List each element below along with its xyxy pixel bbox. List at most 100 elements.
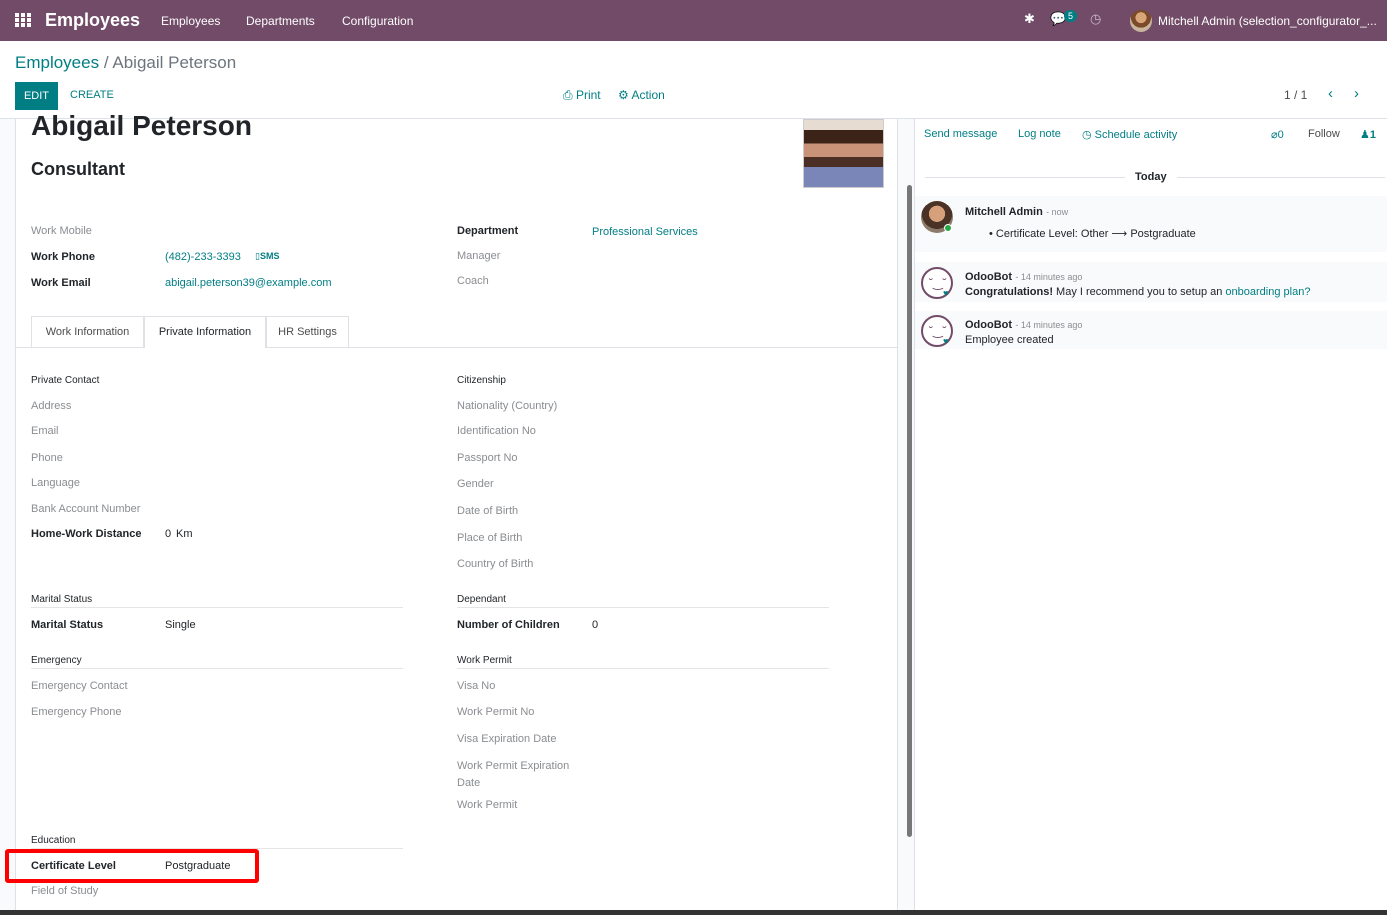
control-panel: Employees / Abigail Peterson EDIT CREATE… — [0, 41, 1387, 119]
followers-count: 1 — [1369, 129, 1376, 141]
menu-departments[interactable]: Departments — [246, 14, 315, 28]
apps-menu-icon[interactable] — [15, 13, 31, 27]
menu-employees[interactable]: Employees — [161, 14, 220, 28]
coach-label: Coach — [457, 275, 489, 287]
visa-expiration-label: Visa Expiration Date — [457, 733, 557, 745]
section-divider — [457, 607, 829, 608]
pager-value[interactable]: 1 / 1 — [1284, 88, 1307, 102]
create-button[interactable]: CREATE — [70, 89, 114, 101]
top-navbar: Employees Employees Departments Configur… — [0, 0, 1387, 41]
today-divider-left — [925, 177, 1125, 178]
manager-label: Manager — [457, 250, 501, 262]
paperclip-icon: ⌀ — [1271, 129, 1278, 141]
message-header: OdooBot - 14 minutes ago — [965, 269, 1082, 283]
app-title[interactable]: Employees — [45, 10, 140, 31]
breadcrumb-separator: / — [103, 53, 109, 72]
message-body: Congratulations! May I recommend you to … — [965, 286, 1310, 298]
tracking-value: • Certificate Level: Other ⟶ Postgraduat… — [989, 228, 1196, 240]
today-divider-right — [1177, 177, 1385, 178]
bottom-bar — [0, 910, 1387, 915]
work-phone-value[interactable]: (482)-233-3393 — [165, 251, 241, 263]
sms-label: SMS — [259, 251, 280, 261]
debug-bug-icon[interactable]: ✱ — [1024, 11, 1035, 27]
user-menu[interactable]: Mitchell Admin (selection_configurator_.… — [1158, 14, 1377, 28]
message-author[interactable]: OdooBot — [965, 319, 1012, 331]
section-marital-status: Marital Status — [31, 594, 93, 605]
employee-name: Abigail Peterson — [31, 110, 252, 141]
arrow-right-icon: ⟶ — [1111, 228, 1128, 240]
section-citizenship: Citizenship — [457, 375, 506, 386]
tab-private-information[interactable]: Private Information — [144, 316, 266, 348]
sms-button[interactable]: ▯SMS — [255, 251, 279, 262]
followers-button[interactable]: ♟1 — [1360, 128, 1376, 141]
work-email-label: Work Email — [31, 277, 91, 289]
pager-next-icon[interactable]: › — [1354, 85, 1359, 102]
section-dependant: Dependant — [457, 594, 506, 605]
department-label: Department — [457, 225, 519, 237]
message-time: - 14 minutes ago — [1015, 320, 1083, 330]
message-author[interactable]: OdooBot — [965, 271, 1012, 283]
work-permit-expiration-label-1: Work Permit Expiration — [457, 760, 570, 772]
home-work-distance-value: 0 — [165, 528, 172, 540]
emergency-phone-label: Emergency Phone — [31, 706, 122, 718]
message-body: Employee created — [965, 334, 1054, 346]
tab-work-information[interactable]: Work Information — [31, 316, 144, 347]
onboarding-plan-link[interactable]: onboarding plan? — [1225, 286, 1310, 298]
number-of-children-value: 0 — [592, 619, 599, 631]
field-of-study-label: Field of Study — [31, 885, 99, 897]
date-of-birth-label: Date of Birth — [457, 505, 519, 517]
menu-configuration[interactable]: Configuration — [342, 14, 413, 28]
print-icon: ⎙ — [563, 88, 573, 102]
passport-label: Passport No — [457, 452, 518, 464]
identification-label: Identification No — [457, 425, 536, 437]
country-of-birth-label: Country of Birth — [457, 558, 534, 570]
breadcrumb-employees-link[interactable]: Employees — [15, 53, 99, 72]
message-header: Mitchell Admin - now — [965, 204, 1068, 218]
nationality-label: Nationality (Country) — [457, 400, 558, 412]
phone-label: Phone — [31, 452, 63, 464]
work-permit-no-label: Work Permit No — [457, 706, 535, 718]
attachments-button[interactable]: ⌀0 — [1271, 128, 1284, 141]
follow-button[interactable]: Follow — [1308, 128, 1340, 140]
form-scrollbar[interactable] — [907, 185, 912, 837]
activity-clock-icon[interactable]: ◷ — [1090, 11, 1101, 27]
tab-hr-settings[interactable]: HR Settings — [266, 316, 349, 347]
place-of-birth-label: Place of Birth — [457, 532, 523, 544]
message-author[interactable]: Mitchell Admin — [965, 206, 1043, 218]
pager-previous-icon[interactable]: ‹ — [1328, 85, 1333, 102]
print-dropdown[interactable]: ⎙ Print — [563, 88, 601, 103]
heart-icon: ♥ — [943, 288, 949, 298]
employee-photo[interactable] — [803, 119, 884, 188]
marital-status-label: Marital Status — [31, 619, 104, 631]
job-title: Consultant — [31, 159, 125, 179]
log-note-button[interactable]: Log note — [1018, 128, 1061, 140]
address-label: Address — [31, 400, 72, 412]
marital-status-value: Single — [165, 619, 196, 631]
message-header: OdooBot - 14 minutes ago — [965, 317, 1082, 331]
heart-icon: ♥ — [943, 336, 949, 346]
action-label: Action — [631, 88, 665, 102]
print-label: Print — [575, 88, 601, 102]
user-avatar[interactable] — [1130, 10, 1152, 32]
department-value[interactable]: Professional Services — [592, 226, 698, 238]
schedule-activity-button[interactable]: ◷ Schedule activity — [1082, 128, 1177, 141]
clock-icon: ◷ — [1082, 129, 1092, 141]
tracking-new: Postgraduate — [1130, 228, 1196, 240]
breadcrumb: Employees / Abigail Peterson — [15, 53, 236, 73]
gear-icon: ⚙ — [618, 88, 629, 102]
bank-account-label: Bank Account Number — [31, 503, 141, 515]
message-time: - 14 minutes ago — [1015, 272, 1083, 282]
email-label: Email — [31, 425, 59, 437]
gender-label: Gender — [457, 478, 494, 490]
emergency-contact-label: Emergency Contact — [31, 680, 128, 692]
work-email-value[interactable]: abigail.peterson39@example.com — [165, 277, 331, 289]
section-work-permit: Work Permit — [457, 655, 512, 666]
work-mobile-label: Work Mobile — [31, 225, 92, 237]
message-body-text: May I recommend you to setup an — [1053, 286, 1226, 298]
number-of-children-label: Number of Children — [457, 619, 560, 631]
edit-button[interactable]: EDIT — [15, 82, 58, 110]
section-divider — [31, 607, 403, 608]
attachments-count: 0 — [1277, 129, 1284, 141]
send-message-button[interactable]: Send message — [924, 128, 997, 140]
action-dropdown[interactable]: ⚙ Action — [618, 88, 665, 102]
